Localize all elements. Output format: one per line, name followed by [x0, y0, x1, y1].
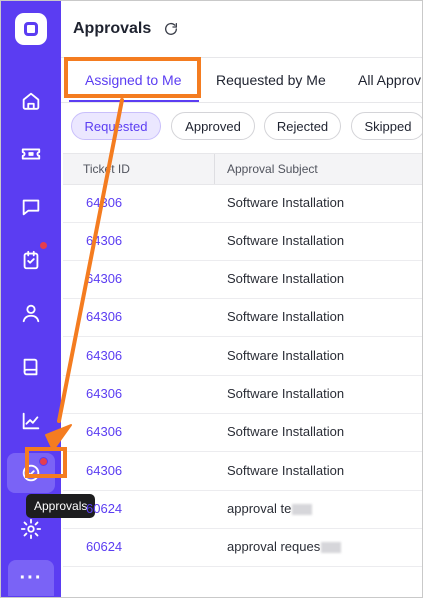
table-row[interactable]: 64306 Software Installation: [63, 337, 422, 376]
ticket-id-link[interactable]: 60624: [86, 539, 122, 554]
column-divider: [214, 154, 215, 184]
user-icon[interactable]: [15, 297, 47, 329]
table-row[interactable]: 64306 Software Installation: [63, 375, 422, 414]
more-button[interactable]: ···: [8, 560, 54, 596]
filter-requested[interactable]: Requested: [71, 112, 161, 140]
ticket-id-link[interactable]: 64306: [86, 233, 122, 248]
ticket-id-link[interactable]: 60624: [86, 501, 122, 516]
table-row[interactable]: 64306 Software Installation: [63, 260, 422, 299]
ticket-icon[interactable]: [15, 138, 47, 170]
ticket-id-link[interactable]: 64306: [86, 309, 122, 324]
approval-subject: Software Installation: [227, 424, 345, 439]
annotation-highlight-tab: [64, 57, 201, 98]
approval-subject: Software Installation: [227, 233, 345, 248]
notification-badge: [39, 241, 48, 250]
approval-subject: approval te: [227, 501, 313, 516]
approval-subject: approval reques: [227, 539, 342, 554]
column-ticket-id[interactable]: Ticket ID: [83, 162, 130, 176]
ticket-id-link[interactable]: 64306: [86, 424, 122, 439]
chat-icon[interactable]: [15, 191, 47, 223]
page-title: Approvals: [73, 20, 152, 37]
table-row[interactable]: 64306 Software Installation: [63, 222, 422, 261]
table-row[interactable]: 64306 Software Installation: [63, 184, 422, 223]
approval-subject: Software Installation: [227, 386, 345, 401]
tab-all-approvals[interactable]: All Approv: [358, 72, 421, 88]
reports-icon[interactable]: [15, 405, 47, 437]
home-icon[interactable]: [15, 85, 47, 117]
approval-subject: Software Installation: [227, 195, 345, 210]
table-row[interactable]: 60624 approval te: [63, 490, 422, 529]
ticket-id-link[interactable]: 64306: [86, 348, 122, 363]
table-row[interactable]: 64306 Software Installation: [63, 452, 422, 491]
annotation-highlight-nav: [25, 447, 67, 478]
approval-subject: Software Installation: [227, 348, 345, 363]
table-row[interactable]: 64306 Software Installation: [63, 298, 422, 337]
filter-rejected[interactable]: Rejected: [264, 112, 341, 140]
app-logo[interactable]: [15, 13, 47, 45]
filter-approved[interactable]: Approved: [171, 112, 255, 140]
ticket-id-link[interactable]: 64306: [86, 386, 122, 401]
book-icon[interactable]: [15, 351, 47, 383]
divider: [61, 102, 422, 103]
ticket-id-link[interactable]: 64306: [86, 271, 122, 286]
approval-subject: Software Installation: [227, 309, 345, 324]
approval-subject: Software Installation: [227, 463, 345, 478]
ticket-id-link[interactable]: 64306: [86, 195, 122, 210]
column-approval-subject[interactable]: Approval Subject: [227, 162, 318, 176]
app-window: ··· Approvals Approvals Assigned to Me R…: [0, 0, 423, 598]
tab-requested-by-me[interactable]: Requested by Me: [216, 72, 326, 88]
filter-skipped[interactable]: Skipped: [351, 112, 422, 140]
table-row[interactable]: 64306 Software Installation: [63, 413, 422, 452]
ticket-id-link[interactable]: 64306: [86, 463, 122, 478]
redacted-text: [321, 542, 342, 554]
approval-subject: Software Installation: [227, 271, 345, 286]
table-row[interactable]: 60624 approval reques: [63, 528, 422, 567]
redacted-text: [292, 504, 313, 516]
refresh-icon[interactable]: [163, 21, 181, 39]
table-header: Ticket ID Approval Subject: [63, 153, 422, 185]
